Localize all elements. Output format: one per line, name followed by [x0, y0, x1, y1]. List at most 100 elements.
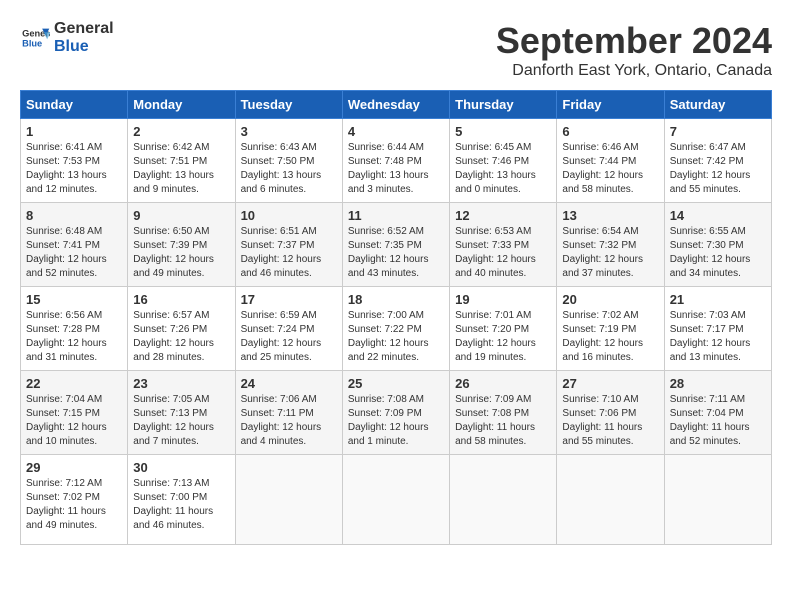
calendar-cell [664, 455, 771, 545]
col-header-monday: Monday [128, 91, 235, 119]
calendar-cell [342, 455, 449, 545]
calendar-cell: 25 Sunrise: 7:08 AMSunset: 7:09 PMDaylig… [342, 371, 449, 455]
day-info: Sunrise: 7:13 AMSunset: 7:00 PMDaylight:… [133, 478, 213, 531]
day-info: Sunrise: 7:12 AMSunset: 7:02 PMDaylight:… [26, 478, 106, 531]
day-number: 13 [562, 208, 658, 223]
calendar-cell: 28 Sunrise: 7:11 AMSunset: 7:04 PMDaylig… [664, 371, 771, 455]
day-number: 11 [348, 208, 444, 223]
calendar-cell: 4 Sunrise: 6:44 AMSunset: 7:48 PMDayligh… [342, 119, 449, 203]
week-row-5: 29 Sunrise: 7:12 AMSunset: 7:02 PMDaylig… [21, 455, 772, 545]
calendar-cell: 3 Sunrise: 6:43 AMSunset: 7:50 PMDayligh… [235, 119, 342, 203]
month-title: September 2024 [496, 20, 772, 62]
logo-blue-text: Blue [54, 38, 114, 56]
calendar-cell: 7 Sunrise: 6:47 AMSunset: 7:42 PMDayligh… [664, 119, 771, 203]
calendar-cell: 20 Sunrise: 7:02 AMSunset: 7:19 PMDaylig… [557, 287, 664, 371]
day-number: 29 [26, 460, 122, 475]
day-number: 30 [133, 460, 229, 475]
calendar-table: SundayMondayTuesdayWednesdayThursdayFrid… [20, 90, 772, 545]
calendar-cell: 18 Sunrise: 7:00 AMSunset: 7:22 PMDaylig… [342, 287, 449, 371]
day-number: 27 [562, 376, 658, 391]
day-info: Sunrise: 6:55 AMSunset: 7:30 PMDaylight:… [670, 226, 751, 279]
day-info: Sunrise: 6:50 AMSunset: 7:39 PMDaylight:… [133, 226, 214, 279]
calendar-cell: 2 Sunrise: 6:42 AMSunset: 7:51 PMDayligh… [128, 119, 235, 203]
calendar-header-row: SundayMondayTuesdayWednesdayThursdayFrid… [21, 91, 772, 119]
day-number: 23 [133, 376, 229, 391]
day-number: 10 [241, 208, 337, 223]
day-info: Sunrise: 6:59 AMSunset: 7:24 PMDaylight:… [241, 310, 322, 363]
calendar-cell: 19 Sunrise: 7:01 AMSunset: 7:20 PMDaylig… [450, 287, 557, 371]
day-number: 20 [562, 292, 658, 307]
logo: General Blue General Blue [20, 20, 114, 55]
day-info: Sunrise: 7:10 AMSunset: 7:06 PMDaylight:… [562, 394, 642, 447]
col-header-wednesday: Wednesday [342, 91, 449, 119]
day-number: 17 [241, 292, 337, 307]
calendar-cell: 23 Sunrise: 7:05 AMSunset: 7:13 PMDaylig… [128, 371, 235, 455]
week-row-1: 1 Sunrise: 6:41 AMSunset: 7:53 PMDayligh… [21, 119, 772, 203]
calendar-cell: 24 Sunrise: 7:06 AMSunset: 7:11 PMDaylig… [235, 371, 342, 455]
day-info: Sunrise: 6:41 AMSunset: 7:53 PMDaylight:… [26, 142, 107, 195]
day-info: Sunrise: 7:00 AMSunset: 7:22 PMDaylight:… [348, 310, 429, 363]
day-number: 22 [26, 376, 122, 391]
day-info: Sunrise: 7:01 AMSunset: 7:20 PMDaylight:… [455, 310, 536, 363]
day-number: 24 [241, 376, 337, 391]
day-number: 12 [455, 208, 551, 223]
day-number: 18 [348, 292, 444, 307]
calendar-cell: 11 Sunrise: 6:52 AMSunset: 7:35 PMDaylig… [342, 203, 449, 287]
day-number: 26 [455, 376, 551, 391]
week-row-3: 15 Sunrise: 6:56 AMSunset: 7:28 PMDaylig… [21, 287, 772, 371]
day-number: 2 [133, 124, 229, 139]
day-info: Sunrise: 7:04 AMSunset: 7:15 PMDaylight:… [26, 394, 107, 447]
day-info: Sunrise: 6:53 AMSunset: 7:33 PMDaylight:… [455, 226, 536, 279]
calendar-cell: 12 Sunrise: 6:53 AMSunset: 7:33 PMDaylig… [450, 203, 557, 287]
day-info: Sunrise: 7:06 AMSunset: 7:11 PMDaylight:… [241, 394, 322, 447]
day-info: Sunrise: 6:57 AMSunset: 7:26 PMDaylight:… [133, 310, 214, 363]
day-info: Sunrise: 7:08 AMSunset: 7:09 PMDaylight:… [348, 394, 429, 447]
day-info: Sunrise: 7:02 AMSunset: 7:19 PMDaylight:… [562, 310, 643, 363]
day-info: Sunrise: 6:45 AMSunset: 7:46 PMDaylight:… [455, 142, 536, 195]
location-title: Danforth East York, Ontario, Canada [496, 62, 772, 80]
calendar-cell: 29 Sunrise: 7:12 AMSunset: 7:02 PMDaylig… [21, 455, 128, 545]
title-block: September 2024 Danforth East York, Ontar… [496, 20, 772, 80]
calendar-cell: 17 Sunrise: 6:59 AMSunset: 7:24 PMDaylig… [235, 287, 342, 371]
day-number: 4 [348, 124, 444, 139]
day-info: Sunrise: 6:42 AMSunset: 7:51 PMDaylight:… [133, 142, 214, 195]
page-header: General Blue General Blue September 2024… [20, 20, 772, 80]
day-info: Sunrise: 6:52 AMSunset: 7:35 PMDaylight:… [348, 226, 429, 279]
calendar-cell: 10 Sunrise: 6:51 AMSunset: 7:37 PMDaylig… [235, 203, 342, 287]
day-info: Sunrise: 6:51 AMSunset: 7:37 PMDaylight:… [241, 226, 322, 279]
col-header-friday: Friday [557, 91, 664, 119]
day-number: 28 [670, 376, 766, 391]
day-info: Sunrise: 6:54 AMSunset: 7:32 PMDaylight:… [562, 226, 643, 279]
week-row-2: 8 Sunrise: 6:48 AMSunset: 7:41 PMDayligh… [21, 203, 772, 287]
day-number: 14 [670, 208, 766, 223]
calendar-cell: 5 Sunrise: 6:45 AMSunset: 7:46 PMDayligh… [450, 119, 557, 203]
day-info: Sunrise: 6:46 AMSunset: 7:44 PMDaylight:… [562, 142, 643, 195]
day-info: Sunrise: 6:43 AMSunset: 7:50 PMDaylight:… [241, 142, 322, 195]
calendar-cell: 15 Sunrise: 6:56 AMSunset: 7:28 PMDaylig… [21, 287, 128, 371]
calendar-cell: 9 Sunrise: 6:50 AMSunset: 7:39 PMDayligh… [128, 203, 235, 287]
day-number: 9 [133, 208, 229, 223]
day-number: 6 [562, 124, 658, 139]
week-row-4: 22 Sunrise: 7:04 AMSunset: 7:15 PMDaylig… [21, 371, 772, 455]
col-header-thursday: Thursday [450, 91, 557, 119]
day-info: Sunrise: 6:44 AMSunset: 7:48 PMDaylight:… [348, 142, 429, 195]
calendar-cell: 26 Sunrise: 7:09 AMSunset: 7:08 PMDaylig… [450, 371, 557, 455]
day-info: Sunrise: 7:05 AMSunset: 7:13 PMDaylight:… [133, 394, 214, 447]
calendar-cell: 13 Sunrise: 6:54 AMSunset: 7:32 PMDaylig… [557, 203, 664, 287]
calendar-cell: 6 Sunrise: 6:46 AMSunset: 7:44 PMDayligh… [557, 119, 664, 203]
logo-icon: General Blue [20, 25, 50, 50]
day-number: 25 [348, 376, 444, 391]
calendar-cell: 27 Sunrise: 7:10 AMSunset: 7:06 PMDaylig… [557, 371, 664, 455]
logo-general-text: General [54, 20, 114, 38]
day-info: Sunrise: 6:48 AMSunset: 7:41 PMDaylight:… [26, 226, 107, 279]
calendar-cell: 16 Sunrise: 6:57 AMSunset: 7:26 PMDaylig… [128, 287, 235, 371]
calendar-cell [235, 455, 342, 545]
day-number: 16 [133, 292, 229, 307]
day-info: Sunrise: 6:56 AMSunset: 7:28 PMDaylight:… [26, 310, 107, 363]
day-info: Sunrise: 7:09 AMSunset: 7:08 PMDaylight:… [455, 394, 535, 447]
day-number: 5 [455, 124, 551, 139]
day-number: 1 [26, 124, 122, 139]
day-number: 3 [241, 124, 337, 139]
calendar-cell: 30 Sunrise: 7:13 AMSunset: 7:00 PMDaylig… [128, 455, 235, 545]
day-number: 7 [670, 124, 766, 139]
